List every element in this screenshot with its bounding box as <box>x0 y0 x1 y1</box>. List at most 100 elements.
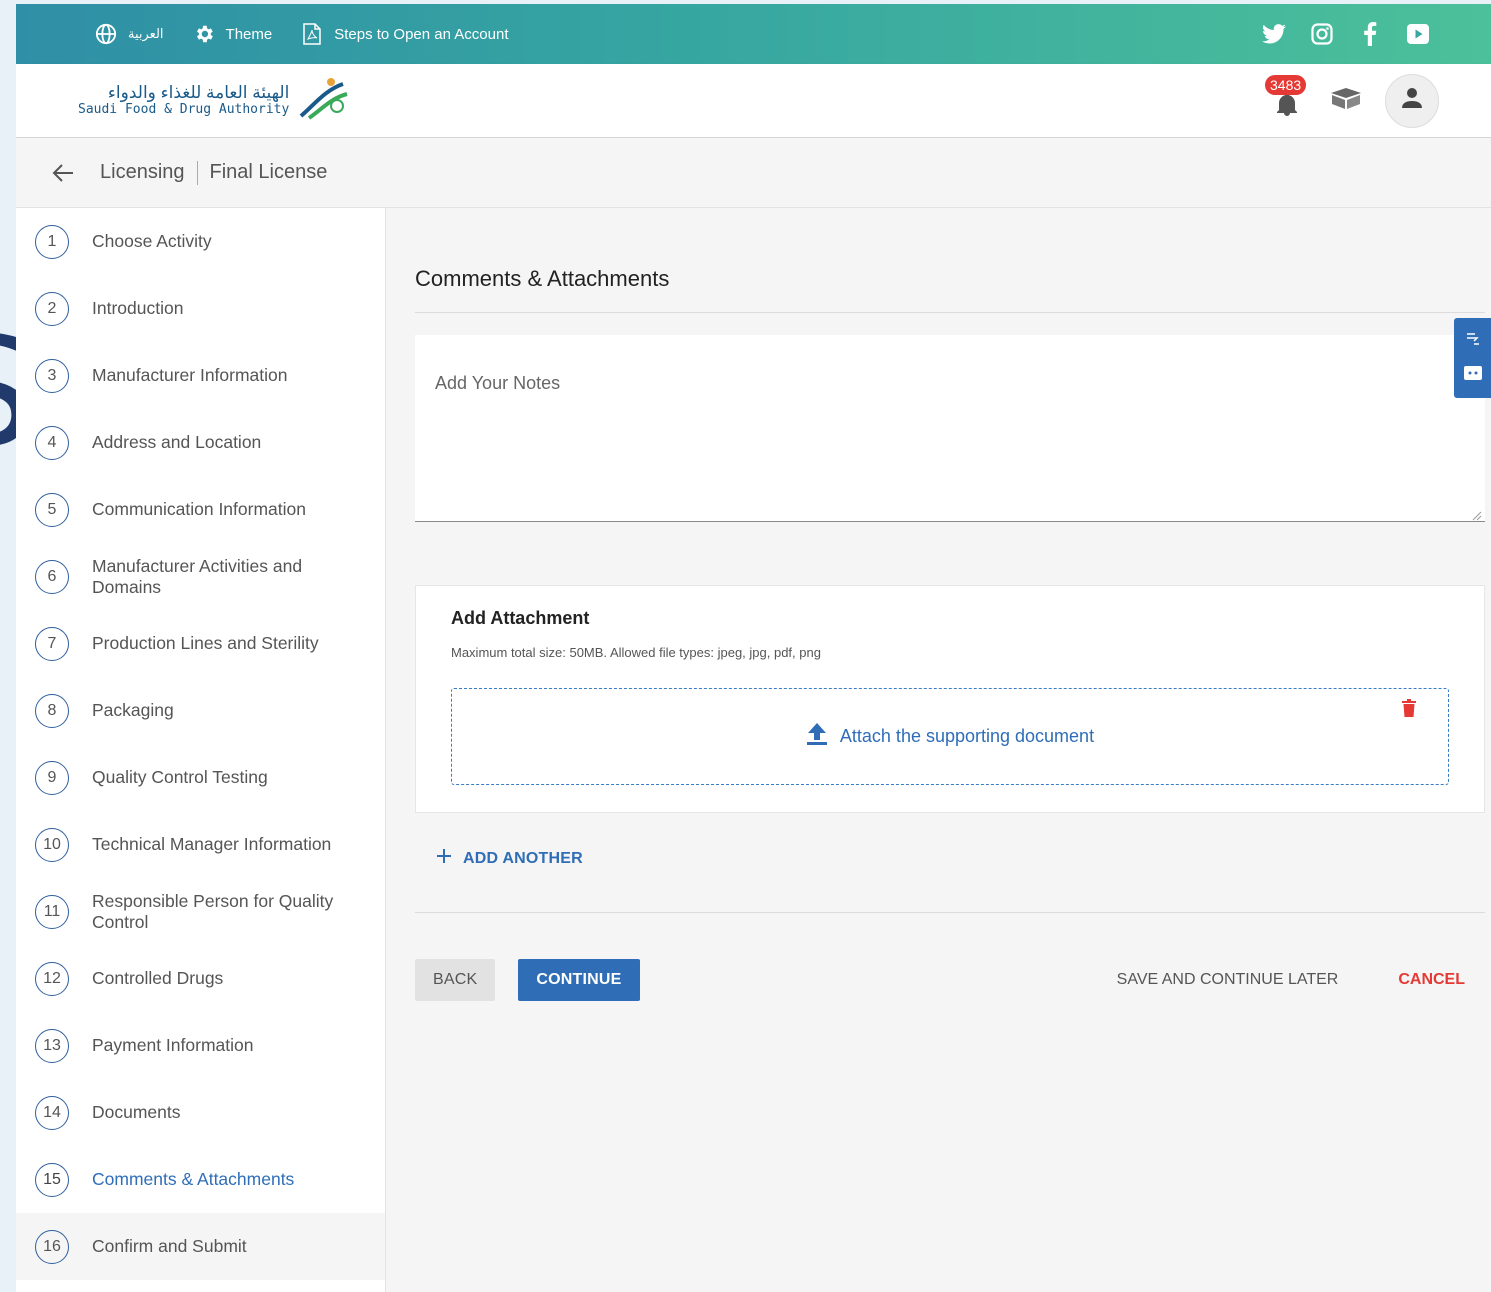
step-number: 10 <box>35 827 69 862</box>
step-number: 11 <box>35 894 69 929</box>
step-payment-information[interactable]: 13 Payment Information <box>16 1012 385 1079</box>
breadcrumb-separator <box>196 160 198 185</box>
package-icon[interactable] <box>1329 86 1363 115</box>
file-dropzone[interactable]: Attach the supporting document <box>451 688 1449 785</box>
step-label: Comments & Attachments <box>92 1169 295 1189</box>
delete-icon[interactable] <box>1402 699 1420 719</box>
step-communication-information[interactable]: 5 Communication Information <box>16 476 385 543</box>
bell-icon <box>1276 91 1298 121</box>
attach-document-label: Attach the supporting document <box>839 726 1095 746</box>
step-label: Documents <box>92 1102 181 1122</box>
theme-button[interactable]: Theme <box>192 22 273 46</box>
step-label: Packaging <box>92 700 174 720</box>
step-label: Controlled Drugs <box>92 968 224 988</box>
logo-english-text: Saudi Food & Drug Authority <box>78 102 290 118</box>
step-number: 14 <box>35 1095 69 1130</box>
step-label: Technical Manager Information <box>92 834 332 854</box>
steps-label: Steps to Open an Account <box>334 25 509 43</box>
page-title: Comments & Attachments <box>415 266 1485 313</box>
step-label: Confirm and Submit <box>92 1236 247 1256</box>
theme-label: Theme <box>225 25 273 43</box>
notes-textarea[interactable] <box>435 373 1465 483</box>
app-header: الهيئة العامة للغذاء والدواء Saudi Food … <box>16 64 1491 138</box>
step-number: 12 <box>35 961 69 996</box>
step-label: Address and Location <box>92 432 262 452</box>
facebook-icon[interactable] <box>1357 21 1383 47</box>
step-number: 13 <box>35 1028 69 1063</box>
step-responsible-person-qc[interactable]: 11 Responsible Person for Quality Control <box>16 878 385 945</box>
step-label: Responsible Person for Quality Control <box>92 890 334 932</box>
step-label: Manufacturer Activities and Domains <box>92 555 303 597</box>
step-manufacturer-information[interactable]: 3 Manufacturer Information <box>16 342 385 409</box>
step-quality-control-testing[interactable]: 9 Quality Control Testing <box>16 744 385 811</box>
sfda-emblem-icon <box>295 76 351 125</box>
sign-language-icon <box>1464 330 1482 353</box>
steps-guide-link[interactable]: Steps to Open an Account <box>300 22 509 46</box>
attachment-hint: Maximum total size: 50MB. Allowed file t… <box>451 645 821 660</box>
globe-icon <box>94 22 118 46</box>
step-label: Introduction <box>92 298 184 318</box>
language-label: العربية <box>128 26 164 41</box>
step-confirm-and-submit[interactable]: 16 Confirm and Submit <box>16 1213 385 1280</box>
step-documents[interactable]: 14 Documents <box>16 1079 385 1146</box>
step-address-and-location[interactable]: 4 Address and Location <box>16 409 385 476</box>
back-arrow-icon[interactable] <box>52 161 76 185</box>
step-number: 6 <box>35 559 69 594</box>
add-another-label: ADD ANOTHER <box>463 849 583 867</box>
sfda-logo[interactable]: الهيئة العامة للغذاء والدواء Saudi Food … <box>78 76 351 125</box>
notification-count-badge: 3483 <box>1265 74 1307 95</box>
step-label: Payment Information <box>92 1035 254 1055</box>
add-another-button[interactable]: ADD ANOTHER <box>415 849 1485 868</box>
step-label: Manufacturer Information <box>92 365 288 385</box>
notes-field-container <box>415 335 1485 522</box>
resize-grip-icon[interactable] <box>1472 508 1482 521</box>
step-number: 16 <box>35 1229 69 1264</box>
accessibility-widget[interactable] <box>1454 318 1491 398</box>
app-window: العربية Theme Steps to Open an Account ا… <box>16 4 1491 1292</box>
step-label: Production Lines and Sterility <box>92 633 319 653</box>
step-introduction[interactable]: 2 Introduction <box>16 275 385 342</box>
step-comments-attachments[interactable]: 15 Comments & Attachments <box>16 1146 385 1213</box>
step-number: 8 <box>35 693 69 728</box>
step-number: 4 <box>35 425 69 460</box>
step-manufacturer-activities[interactable]: 6 Manufacturer Activities and Domains <box>16 543 385 610</box>
logo-arabic-text: الهيئة العامة للغذاء والدواء <box>107 82 290 102</box>
step-number: 2 <box>35 291 69 326</box>
step-number: 5 <box>35 492 69 527</box>
attachment-title: Add Attachment <box>451 608 590 628</box>
divider <box>415 912 1485 913</box>
step-controlled-drugs[interactable]: 12 Controlled Drugs <box>16 945 385 1012</box>
youtube-icon[interactable] <box>1405 21 1431 47</box>
user-icon <box>1401 87 1423 114</box>
twitter-icon[interactable] <box>1261 21 1287 47</box>
back-button[interactable]: BACK <box>415 959 496 1001</box>
main-panel: Comments & Attachments Add Attachment Ma… <box>386 208 1491 1292</box>
gear-icon <box>192 22 216 46</box>
step-packaging[interactable]: 8 Packaging <box>16 677 385 744</box>
breadcrumb-current: Final License <box>209 161 328 183</box>
step-number: 15 <box>35 1162 69 1197</box>
user-avatar-button[interactable] <box>1385 73 1439 128</box>
pdf-document-icon <box>300 22 324 46</box>
chat-bot-icon <box>1463 364 1483 387</box>
step-label: Communication Information <box>92 499 306 519</box>
attach-document-button[interactable]: Attach the supporting document <box>806 722 1094 751</box>
language-switch[interactable]: العربية <box>94 22 164 46</box>
step-number: 1 <box>35 224 69 259</box>
breadcrumb-parent[interactable]: Licensing <box>100 161 185 184</box>
step-number: 9 <box>35 760 69 795</box>
instagram-icon[interactable] <box>1309 21 1335 47</box>
social-links <box>1261 21 1431 47</box>
upload-icon <box>806 722 828 751</box>
step-technical-manager[interactable]: 10 Technical Manager Information <box>16 811 385 878</box>
form-actions: BACK CONTINUE SAVE AND CONTINUE LATER CA… <box>415 959 1485 1001</box>
step-production-lines[interactable]: 7 Production Lines and Sterility <box>16 610 385 677</box>
cancel-button[interactable]: CANCEL <box>1398 971 1465 989</box>
save-and-continue-later-button[interactable]: SAVE AND CONTINUE LATER <box>1117 971 1339 989</box>
step-number: 3 <box>35 358 69 393</box>
step-label: Choose Activity <box>92 231 212 251</box>
notifications-button[interactable]: 3483 <box>1265 74 1307 121</box>
top-bar: العربية Theme Steps to Open an Account <box>16 4 1491 64</box>
step-choose-activity[interactable]: 1 Choose Activity <box>16 208 385 275</box>
continue-button[interactable]: CONTINUE <box>518 959 640 1001</box>
